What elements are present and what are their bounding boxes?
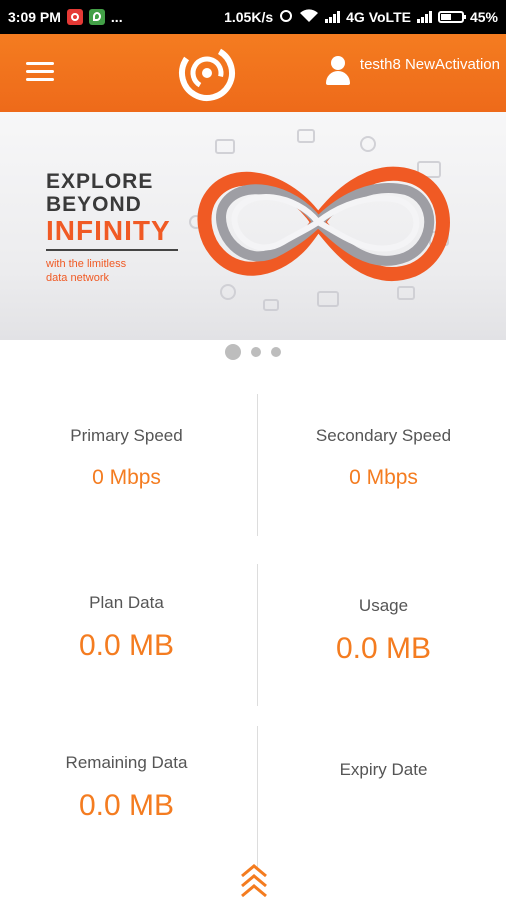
carousel-indicator (0, 342, 506, 362)
network-type: 4G VoLTE (346, 9, 411, 25)
signal-icon-2 (416, 11, 432, 23)
remaining-data-card: Remaining Data 0.0 MB (0, 753, 253, 823)
user-profile[interactable]: testh8 NewActivation (324, 54, 500, 88)
usage-card: Usage 0.0 MB (257, 596, 506, 666)
banner-line-1: EXPLORE (46, 170, 154, 193)
usage-label: Usage (358, 596, 409, 615)
remaining-data-value: 0.0 MB (78, 789, 175, 822)
banner-line-3: INFINITY (46, 215, 171, 246)
wifi-icon (299, 8, 319, 26)
app-bar: testh8 NewActivation (0, 34, 506, 112)
primary-speed-value: 0 Mbps (92, 466, 161, 489)
carousel-dot-2[interactable] (251, 347, 261, 357)
plan-data-value: 0.0 MB (78, 629, 175, 662)
plan-data-label: Plan Data (89, 593, 164, 612)
divider-3 (257, 726, 258, 868)
network-speed: 1.05K/s (224, 9, 274, 25)
promo-banner[interactable]: EXPLORE BEYOND INFINITY with the limitle… (0, 112, 506, 340)
signal-icon (325, 11, 341, 23)
user-name: testh8 NewActivation (359, 56, 500, 73)
menu-icon[interactable] (26, 62, 54, 82)
secondary-speed-value: 0 Mbps (349, 466, 418, 489)
status-more: ... (110, 9, 123, 25)
notification-icon (66, 9, 83, 25)
carousel-dot-1[interactable] (225, 344, 241, 360)
alarm-icon (279, 9, 293, 26)
primary-speed-card: Primary Speed 0 Mbps (0, 426, 253, 490)
logo-icon (178, 44, 236, 102)
usage-value: 0.0 MB (335, 632, 432, 665)
banner-line-2: BEYOND (46, 193, 142, 216)
infinity-graphic (189, 129, 450, 311)
secondary-speed-card: Secondary Speed 0 Mbps (257, 426, 506, 490)
primary-speed-label: Primary Speed (70, 426, 183, 445)
user-icon (324, 54, 352, 88)
status-time: 3:09 PM (8, 9, 61, 25)
battery-percent: 45% (469, 9, 498, 25)
plan-data-card: Plan Data 0.0 MB (0, 593, 253, 663)
banner-subtitle-2: data network (46, 272, 109, 284)
banner-subtitle-1: with the limitless (46, 258, 127, 270)
secondary-speed-label: Secondary Speed (315, 426, 452, 445)
double-chevron-up-icon[interactable] (238, 862, 270, 898)
remaining-data-label: Remaining Data (65, 753, 188, 772)
banner-text: EXPLORE BEYOND INFINITY with the limitle… (46, 170, 178, 285)
banner-rule (46, 249, 178, 251)
status-bar: 3:09 PM ... 1.05K/s 4G VoLTE 45% (0, 0, 506, 34)
whatsapp-icon (88, 9, 105, 25)
carousel-dot-3[interactable] (271, 347, 281, 357)
battery-icon (437, 11, 466, 23)
expiry-date-card: Expiry Date (257, 760, 506, 796)
expiry-date-label: Expiry Date (339, 760, 428, 779)
